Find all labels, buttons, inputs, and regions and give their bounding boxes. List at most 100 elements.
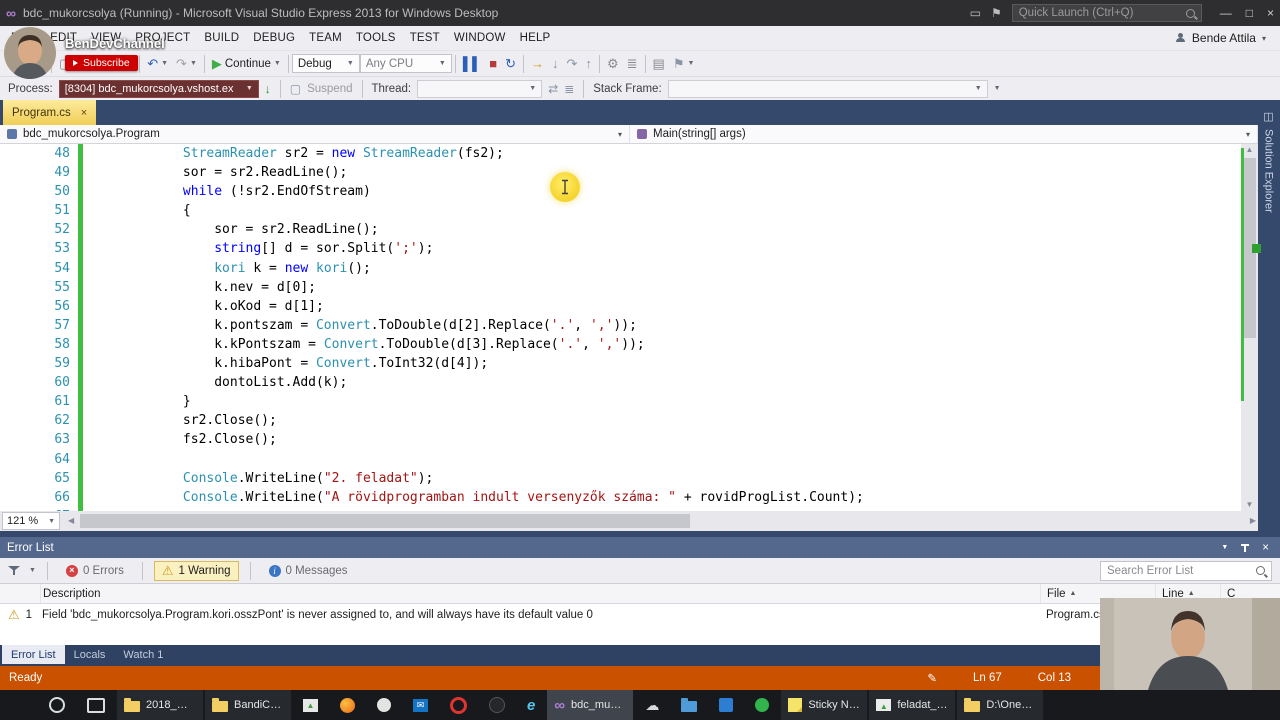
app-blue[interactable]	[709, 690, 743, 720]
code-line-61[interactable]: 61 }	[0, 392, 1258, 412]
horizontal-scrollbar[interactable]: ◀ ▶	[66, 511, 1258, 531]
restart-button[interactable]: ↻	[501, 53, 520, 75]
thread-dropdown[interactable]: ▼	[417, 79, 543, 98]
options-button[interactable]: ⚙	[603, 53, 623, 75]
menu-window[interactable]: WINDOW	[447, 32, 513, 44]
toolbar-overflow-icon[interactable]: ▼	[994, 85, 1001, 92]
error-list-row[interactable]: ⚠ 1 Field 'bdc_mukorcsolya.Program.kori.…	[0, 604, 1280, 625]
menu-build[interactable]: BUILD	[197, 32, 246, 44]
continue-button[interactable]: ▶ Continue ▼	[208, 53, 285, 75]
tab-program-cs[interactable]: Program.cs ×	[3, 100, 97, 125]
bandicam-window[interactable]: BandiCam	[205, 690, 291, 720]
code-line-54[interactable]: 54 kori k = new kori();	[0, 258, 1258, 278]
menu-test[interactable]: TEST	[403, 32, 447, 44]
description-column-header[interactable]: Description	[40, 584, 1040, 603]
step-process-icon[interactable]: ↓	[265, 82, 271, 96]
thread-list-icon[interactable]: ≣	[564, 82, 574, 96]
errors-filter-button[interactable]: 0 Errors	[59, 561, 131, 581]
messages-filter-button[interactable]: 0 Messages	[262, 561, 355, 581]
scrollbar-thumb[interactable]	[80, 514, 690, 528]
show-next-statement-button[interactable]: →	[527, 53, 548, 75]
code-line-51[interactable]: 51 {	[0, 201, 1258, 221]
step-out-button[interactable]: ↑	[581, 53, 596, 75]
subscribe-button[interactable]: Subscribe	[65, 55, 138, 71]
tab-locals[interactable]: Locals	[65, 645, 115, 664]
menu-team[interactable]: TEAM	[302, 32, 349, 44]
scroll-left-icon[interactable]: ◀	[68, 511, 74, 531]
search-error-list-input[interactable]: Search Error List	[1100, 560, 1272, 581]
code-line-65[interactable]: 65 Console.WriteLine("2. feladat");	[0, 468, 1258, 488]
bookmark-button[interactable]: ⚑ ▼	[669, 53, 699, 75]
code-editor[interactable]: 48 StreamReader sr2 = new StreamReader(f…	[0, 144, 1258, 511]
firefox-app[interactable]	[330, 690, 365, 720]
zoom-dropdown[interactable]: 121 % ▼	[2, 512, 60, 530]
menu-help[interactable]: HELP	[513, 32, 558, 44]
stop-debugging-button[interactable]: ■	[485, 53, 501, 75]
internet-explorer-app[interactable]	[517, 690, 545, 720]
app-green[interactable]	[745, 690, 779, 720]
code-line-48[interactable]: 48 StreamReader sr2 = new StreamReader(f…	[0, 144, 1258, 164]
app-dark[interactable]	[479, 690, 515, 720]
folder-2018-window[interactable]: 2018_maju…	[117, 690, 203, 720]
menu-tools[interactable]: TOOLS	[349, 32, 403, 44]
code-line-57[interactable]: 57 k.pontszam = Convert.ToDouble(d[2].Re…	[0, 315, 1258, 335]
image-viewer-window[interactable]: feladat_szf…	[869, 690, 956, 720]
code-line-50[interactable]: 50 while (!sr2.EndOfStream)	[0, 182, 1258, 202]
solution-explorer-tab[interactable]: ◫ Solution Explorer	[1262, 100, 1275, 213]
mail-app[interactable]	[403, 690, 438, 720]
sticky-notes-window[interactable]: Sticky Notes	[781, 690, 868, 720]
warnings-filter-button[interactable]: ⚠ 1 Warning	[153, 560, 239, 581]
documents-app[interactable]	[671, 690, 707, 720]
maximize-button[interactable]: □	[1246, 6, 1253, 20]
notifications-flag-icon[interactable]: ⚑	[991, 6, 1002, 20]
visual-studio-window[interactable]: bdc_muko…	[547, 690, 634, 720]
debug-configuration-dropdown[interactable]: Debug ▼	[291, 54, 360, 73]
close-button[interactable]: ×	[1267, 6, 1274, 20]
vertical-scrollbar[interactable]: ▲ ▼	[1241, 144, 1258, 511]
minimize-button[interactable]: —	[1220, 6, 1232, 20]
code-line-52[interactable]: 52 sor = sr2.ReadLine();	[0, 220, 1258, 240]
code-line-63[interactable]: 63 fs2.Close();	[0, 430, 1258, 450]
member-dropdown[interactable]: Main(string[] args) ▾	[630, 125, 1258, 143]
feedback-icon[interactable]: ▭	[970, 6, 981, 20]
scroll-down-icon[interactable]: ▼	[1241, 499, 1258, 511]
window-position-icon[interactable]: ▼	[1221, 544, 1228, 551]
code-line-53[interactable]: 53 string[] d = sor.Split(';');	[0, 239, 1258, 259]
process-dropdown[interactable]: [8304] bdc_mukorcsolya.vshost.ex ▼	[58, 79, 259, 98]
task-view-button[interactable]	[77, 690, 115, 720]
signed-in-user[interactable]: Bende Attila ▾	[1175, 31, 1276, 45]
onedrive-app[interactable]	[635, 690, 669, 720]
search-button[interactable]	[39, 690, 75, 720]
solution-platform-dropdown[interactable]: Any CPU ▼	[359, 54, 452, 73]
scroll-right-icon[interactable]: ▶	[1250, 511, 1256, 531]
auto-hide-pin-icon[interactable]	[1240, 543, 1250, 553]
filter-icon[interactable]	[8, 565, 21, 576]
find-in-files-button[interactable]: ▤	[649, 53, 669, 75]
step-over-button[interactable]: ↷	[563, 53, 582, 75]
error-list-title-bar[interactable]: Error List ▼ ×	[0, 537, 1280, 558]
onedrive-folder-window[interactable]: D:\OneDri…	[957, 690, 1044, 720]
code-line-55[interactable]: 55 k.nev = d[0];	[0, 277, 1258, 297]
break-all-button[interactable]: ▌▌	[459, 53, 485, 75]
photos-app[interactable]	[293, 690, 328, 720]
opera-app[interactable]	[440, 690, 477, 720]
code-line-62[interactable]: 62 sr2.Close();	[0, 411, 1258, 431]
start-button[interactable]	[4, 690, 37, 720]
quick-launch-input[interactable]: Quick Launch (Ctrl+Q)	[1011, 4, 1202, 22]
chevron-down-icon[interactable]: ▼	[29, 567, 36, 574]
code-line-59[interactable]: 59 k.hibaPont = Convert.ToInt32(d[4]);	[0, 354, 1258, 374]
step-into-button[interactable]: ↓	[548, 53, 563, 75]
code-line-66[interactable]: 66 Console.WriteLine("A rövidprogramban …	[0, 487, 1258, 507]
code-line-64[interactable]: 64	[0, 449, 1258, 469]
menu-debug[interactable]: DEBUG	[246, 32, 302, 44]
tab-error-list[interactable]: Error List	[2, 645, 65, 664]
code-line-56[interactable]: 56 k.oKod = d[1];	[0, 296, 1258, 316]
code-line-58[interactable]: 58 k.kPontszam = Convert.ToDouble(d[3].R…	[0, 334, 1258, 355]
close-icon[interactable]: ×	[81, 107, 87, 119]
suspend-icon[interactable]: ▢	[290, 82, 301, 96]
thread-flag-icon[interactable]: ⇄	[548, 82, 558, 96]
code-line-49[interactable]: 49 sor = sr2.ReadLine();	[0, 163, 1258, 183]
app-light[interactable]	[367, 690, 401, 720]
type-dropdown[interactable]: bdc_mukorcsolya.Program ▾	[0, 125, 630, 143]
tab-watch-1[interactable]: Watch 1	[114, 645, 172, 664]
